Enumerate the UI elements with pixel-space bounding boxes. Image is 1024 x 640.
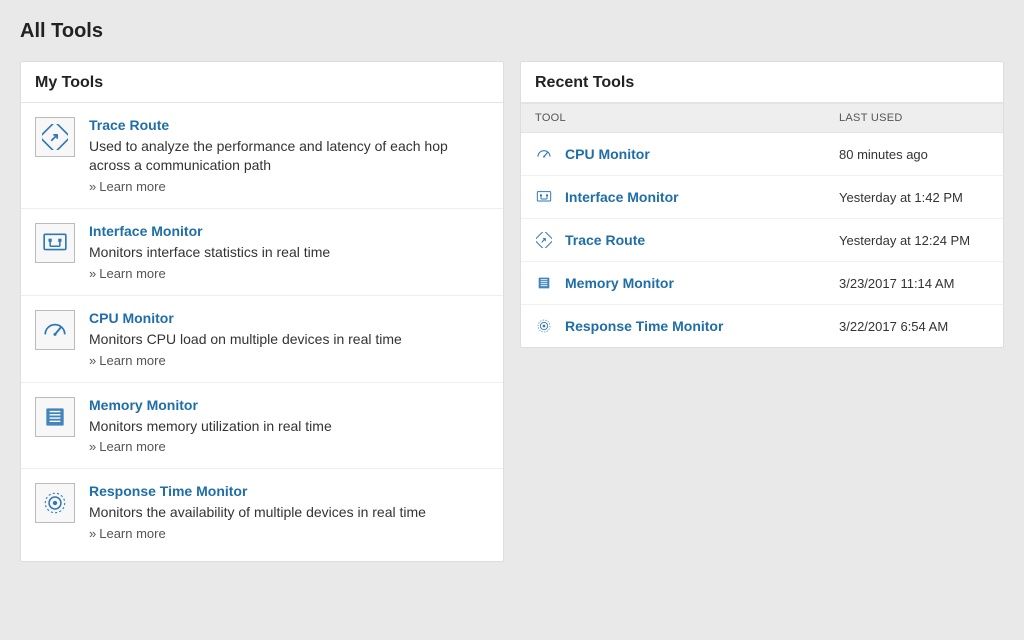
recent-last-used: Yesterday at 12:24 PM (839, 233, 989, 248)
chevron-icon: » (89, 266, 96, 281)
tool-desc: Monitors CPU load on multiple devices in… (89, 330, 489, 349)
tool-title-link[interactable]: CPU Monitor (89, 310, 489, 326)
col-last-used-header: LAST USED (839, 112, 989, 124)
tool-title-link[interactable]: Memory Monitor (89, 397, 489, 413)
recent-tools-header: Recent Tools (521, 62, 1003, 103)
learn-more-label: Learn more (99, 179, 165, 194)
tool-desc: Monitors memory utilization in real time (89, 417, 489, 436)
chevron-icon: » (89, 439, 96, 454)
col-tool-header: TOOL (535, 112, 839, 124)
recent-row-cpu: CPU Monitor 80 minutes ago (521, 133, 1003, 176)
chevron-icon: » (89, 179, 96, 194)
my-tools-list: Trace Route Used to analyze the performa… (21, 103, 503, 561)
cpu-monitor-icon (35, 310, 75, 350)
my-tools-panel: My Tools Trace Route Used to analyze the… (20, 61, 504, 562)
learn-more-link[interactable]: »Learn more (89, 526, 489, 541)
response-time-icon (535, 317, 553, 335)
tool-title-link[interactable]: Response Time Monitor (89, 483, 489, 499)
learn-more-label: Learn more (99, 439, 165, 454)
my-tools-header: My Tools (21, 62, 503, 103)
cpu-monitor-icon (535, 145, 553, 163)
tool-item-trace-route: Trace Route Used to analyze the performa… (21, 103, 503, 209)
recent-last-used: 3/22/2017 6:54 AM (839, 319, 989, 334)
interface-monitor-icon (535, 188, 553, 206)
recent-table-header: TOOL LAST USED (521, 103, 1003, 133)
recent-tool-link[interactable]: Memory Monitor (565, 275, 839, 291)
learn-more-label: Learn more (99, 353, 165, 368)
learn-more-label: Learn more (99, 266, 165, 281)
tool-title-link[interactable]: Interface Monitor (89, 223, 489, 239)
tool-item-interface-monitor: Interface Monitor Monitors interface sta… (21, 209, 503, 296)
learn-more-link[interactable]: »Learn more (89, 439, 489, 454)
learn-more-label: Learn more (99, 526, 165, 541)
recent-tool-link[interactable]: Trace Route (565, 232, 839, 248)
learn-more-link[interactable]: »Learn more (89, 266, 489, 281)
trace-route-icon (535, 231, 553, 249)
recent-tool-link[interactable]: Interface Monitor (565, 189, 839, 205)
memory-monitor-icon (535, 274, 553, 292)
page-title: All Tools (20, 20, 1004, 43)
tool-item-cpu-monitor: CPU Monitor Monitors CPU load on multipl… (21, 296, 503, 383)
recent-tool-link[interactable]: Response Time Monitor (565, 318, 839, 334)
learn-more-link[interactable]: »Learn more (89, 353, 489, 368)
chevron-icon: » (89, 526, 96, 541)
tool-desc: Monitors the availability of multiple de… (89, 503, 489, 522)
memory-monitor-icon (35, 397, 75, 437)
tool-item-response-time: Response Time Monitor Monitors the avail… (21, 469, 503, 561)
chevron-icon: » (89, 353, 96, 368)
response-time-icon (35, 483, 75, 523)
interface-monitor-icon (35, 223, 75, 263)
recent-row-interface: Interface Monitor Yesterday at 1:42 PM (521, 176, 1003, 219)
tool-title-link[interactable]: Trace Route (89, 117, 489, 133)
recent-row-trace: Trace Route Yesterday at 12:24 PM (521, 219, 1003, 262)
tool-desc: Monitors interface statistics in real ti… (89, 243, 489, 262)
recent-tools-panel: Recent Tools TOOL LAST USED CPU Monitor … (520, 61, 1004, 348)
tool-desc: Used to analyze the performance and late… (89, 137, 489, 175)
recent-tool-link[interactable]: CPU Monitor (565, 146, 839, 162)
learn-more-link[interactable]: »Learn more (89, 179, 489, 194)
recent-last-used: 3/23/2017 11:14 AM (839, 276, 989, 291)
recent-last-used: 80 minutes ago (839, 147, 989, 162)
recent-row-response: Response Time Monitor 3/22/2017 6:54 AM (521, 305, 1003, 347)
recent-row-memory: Memory Monitor 3/23/2017 11:14 AM (521, 262, 1003, 305)
trace-route-icon (35, 117, 75, 157)
tool-item-memory-monitor: Memory Monitor Monitors memory utilizati… (21, 383, 503, 470)
recent-last-used: Yesterday at 1:42 PM (839, 190, 989, 205)
